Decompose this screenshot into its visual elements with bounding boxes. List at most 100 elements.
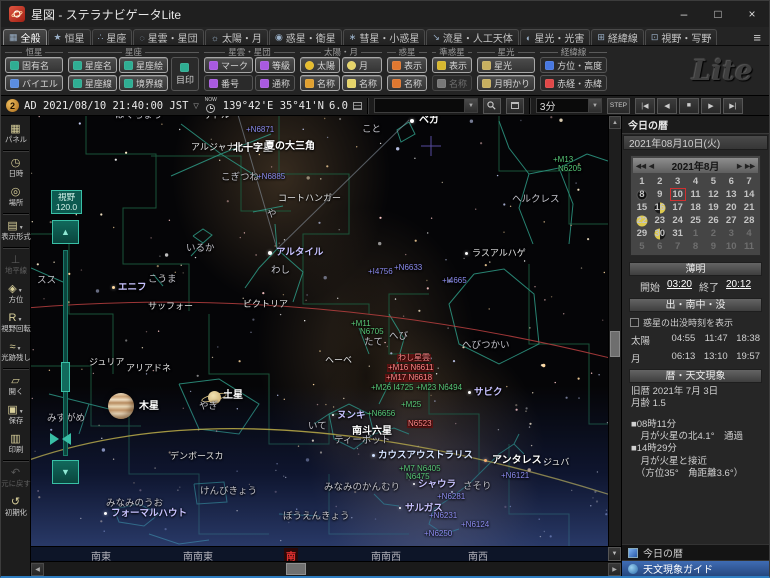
interval-badge[interactable]: 2 <box>6 99 19 112</box>
ribbon-button-星座名[interactable]: 星座名 <box>67 57 117 73</box>
twilight-start-time[interactable]: 03:20 <box>667 279 692 294</box>
tab-彗星・小惑星[interactable]: ∗ 彗星・小惑星 <box>342 29 426 45</box>
tab-太陽・月[interactable]: ☼ 太陽・月 <box>204 29 268 45</box>
datetime-display[interactable]: AD 2021/08/10 21:40:00 JST <box>24 100 188 112</box>
twilight-end-time[interactable]: 20:12 <box>726 279 751 294</box>
ribbon-button-月明かり[interactable]: 月明かり <box>477 75 536 91</box>
tab-星雲・星団[interactable]: ◌ 星雲・星団 <box>133 29 204 45</box>
rotate-left-icon[interactable] <box>50 433 59 445</box>
search-input[interactable]: ▼ <box>373 98 478 113</box>
calendar-day-22[interactable]: 22 <box>633 214 651 227</box>
calendar-day-2[interactable]: 2 <box>704 227 722 240</box>
step-back-button[interactable]: ◀ <box>656 97 677 114</box>
minimize-button[interactable]: – <box>667 1 701 27</box>
ribbon-button-等級[interactable]: 等級 <box>254 57 295 73</box>
ribbon-button-番号[interactable]: 番号 <box>203 75 253 91</box>
fov-slider-track[interactable] <box>63 250 68 456</box>
maximize-button[interactable]: □ <box>701 1 735 27</box>
direction-dropdown[interactable]: ▼ <box>608 547 621 561</box>
search-button[interactable] <box>482 97 501 114</box>
calendar-day-6[interactable]: 6 <box>722 175 740 188</box>
sidebar-item-表示形式[interactable]: ▤ ▼ 表示形式 <box>1 216 30 245</box>
sidebar-item-パネル[interactable]: ▦ パネル <box>1 119 30 148</box>
limit-magnitude-value[interactable]: 6.0 <box>329 100 348 112</box>
ribbon-button-名称[interactable]: 名称 <box>387 75 428 91</box>
scroll-left-icon[interactable]: ◀ <box>31 562 44 576</box>
calendar-day-21[interactable]: 21 <box>740 201 758 214</box>
calendar-day-17[interactable]: 17 <box>669 201 687 214</box>
datetime-caret-icon[interactable]: ▽ <box>193 102 198 110</box>
calendar-day-2[interactable]: 2 <box>651 175 669 188</box>
calendar-day-29[interactable]: 29 <box>633 227 651 240</box>
calendar-prev-month-button[interactable]: ◀ <box>649 162 654 170</box>
zoom-out-button[interactable]: ▼ <box>52 460 79 484</box>
calendar-day-3[interactable]: 3 <box>722 227 740 240</box>
skip-start-button[interactable]: |◀ <box>634 97 655 114</box>
calendar-day-31[interactable]: 31 <box>669 227 687 240</box>
ribbon-button-マーク[interactable]: マーク <box>203 57 253 73</box>
menu-icon[interactable]: ≡ <box>747 30 767 45</box>
calendar-day-7[interactable]: 7 <box>669 240 687 253</box>
calendar-day-30[interactable]: 30 <box>651 227 669 240</box>
checkbox-icon[interactable] <box>630 318 639 327</box>
calendar-day-1[interactable]: 1 <box>687 227 705 240</box>
sidebar-item-日時[interactable]: ◷ 日時 <box>1 153 30 182</box>
calendar-day-23[interactable]: 23 <box>651 214 669 227</box>
calendar-day-27[interactable]: 27 <box>722 214 740 227</box>
calendar-day-4[interactable]: 4 <box>740 227 758 240</box>
calendar-day-15[interactable]: 15 <box>633 201 651 214</box>
ribbon-button-名称[interactable]: 名称 <box>299 75 340 91</box>
ribbon-button-通称[interactable]: 通称 <box>254 75 295 91</box>
calendar-day-20[interactable]: 20 <box>722 201 740 214</box>
calendar-day-28[interactable]: 28 <box>740 214 758 227</box>
calendar-day-8[interactable]: 8 <box>633 188 651 201</box>
calendar-day-13[interactable]: 13 <box>722 188 740 201</box>
search-dropdown-icon[interactable]: ▼ <box>463 99 477 112</box>
play-button[interactable]: ▶ <box>700 97 721 114</box>
hscroll-thumb[interactable] <box>286 563 306 575</box>
calendar-next-year-button[interactable]: ▶▶ <box>745 162 755 170</box>
ribbon-button-星光[interactable]: 星光 <box>477 57 536 73</box>
ribbon-button-固有名[interactable]: 固有名 <box>5 57 63 73</box>
map-hscrollbar[interactable]: ◀ ▶ <box>31 561 621 576</box>
calendar-day-25[interactable]: 25 <box>687 214 705 227</box>
step-dropdown-icon[interactable]: ▼ <box>587 99 601 112</box>
calendar-day-26[interactable]: 26 <box>704 214 722 227</box>
ribbon-button-星座絵[interactable]: 星座絵 <box>118 57 168 73</box>
calendar-day-12[interactable]: 12 <box>704 188 722 201</box>
ribbon-button-表示[interactable]: 表示 <box>432 57 473 73</box>
calendar-day-8[interactable]: 8 <box>687 240 705 253</box>
sidebar-item-初期化[interactable]: ↺ 初期化 <box>1 492 30 521</box>
ribbon-button-名称[interactable]: 名称 <box>342 75 383 91</box>
tab-全般[interactable]: ▦ 全般 <box>3 29 47 45</box>
tab-恒星[interactable]: ★ 恒星 <box>47 29 91 45</box>
calendar-prev-year-button[interactable]: ◀◀ <box>636 162 646 170</box>
skip-end-button[interactable]: ▶| <box>722 97 743 114</box>
sidebar-item-場所[interactable]: ◎ 場所 <box>1 182 30 211</box>
planet-jupiter[interactable] <box>108 393 134 419</box>
ribbon-button-バイエル[interactable]: バイエル <box>5 75 63 91</box>
ribbon-button-表示[interactable]: 表示 <box>387 57 428 73</box>
ribbon-button-赤経・赤緯[interactable]: 赤経・赤緯 <box>540 75 608 91</box>
tab-星光・光害[interactable]: ◐ 星光・光害 <box>519 29 591 45</box>
calendar-day-9[interactable]: 9 <box>651 188 669 201</box>
calendar-day-14[interactable]: 14 <box>740 188 758 201</box>
calendar-day-16[interactable]: 16 <box>651 201 669 214</box>
fov-slider-thumb[interactable] <box>61 362 70 392</box>
scroll-up-icon[interactable]: ▲ <box>609 116 621 129</box>
sidebar-item-印刷[interactable]: ▥ 印刷 <box>1 429 30 458</box>
close-button[interactable]: × <box>735 1 769 27</box>
sidebar-item-保存[interactable]: ▣ ▼ 保存 <box>1 400 30 429</box>
tab-星座[interactable]: ∴ 星座 <box>91 29 133 45</box>
step-mode-button[interactable]: STEP <box>606 97 630 114</box>
panel-nav-天文現象ガイド[interactable]: 天文現象ガイド <box>622 560 769 576</box>
calendar-day-10[interactable]: 10 <box>722 240 740 253</box>
calendar-day-3[interactable]: 3 <box>669 175 687 188</box>
tab-経緯線[interactable]: ⊞ 経緯線 <box>591 29 644 45</box>
location-display[interactable]: 139°42'E 35°41'N <box>223 100 324 112</box>
calendar-day-11[interactable]: 11 <box>687 188 705 201</box>
calendar-day-4[interactable]: 4 <box>687 175 705 188</box>
step-select[interactable]: 3分 ▼ <box>535 98 602 113</box>
calendar-day-11[interactable]: 11 <box>740 240 758 253</box>
vscroll-thumb[interactable] <box>610 331 620 357</box>
